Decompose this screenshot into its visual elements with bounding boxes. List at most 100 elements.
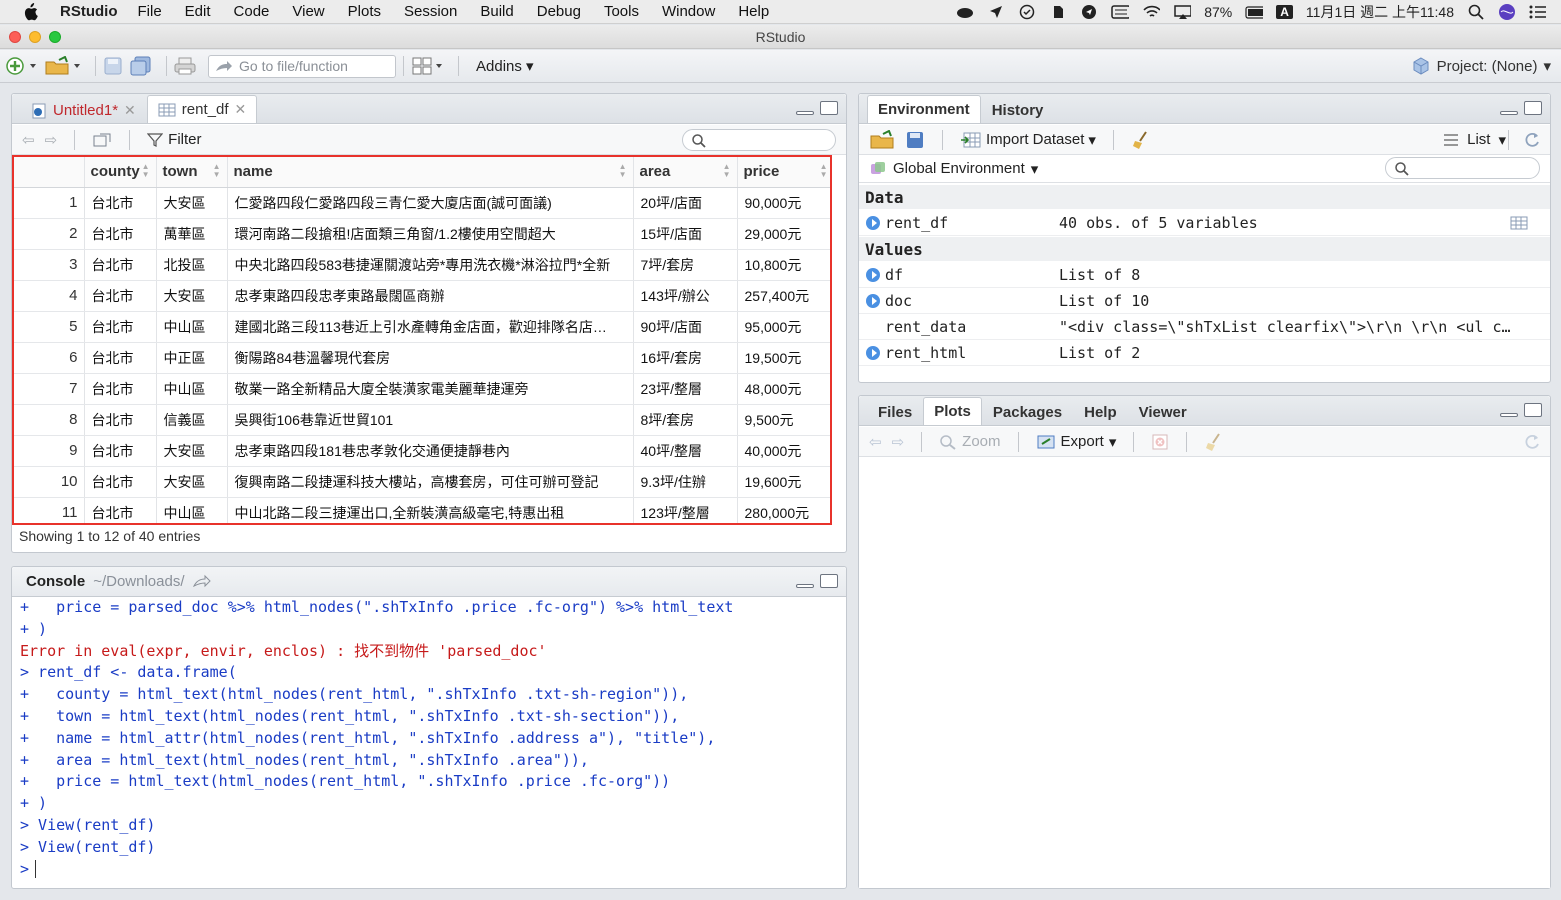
sort-arrows-icon[interactable]: ▲ ▼ [820,163,828,179]
table-row[interactable]: 10 台北市 大安區 復興南路二段捷運科技大樓站，高樓套房，可住可辦可登記 9.3坪/住… [14,466,830,498]
project-menu[interactable]: Project: (None) ▾ [1411,56,1551,76]
env-row-rent-df[interactable]: rent_df 40 obs. of 5 variables [859,210,1550,236]
sort-arrows-icon[interactable]: ▲ ▼ [142,163,150,179]
zoom-window-button[interactable] [49,31,61,43]
header-town[interactable]: town ▲ ▼ [156,157,228,188]
broom-icon[interactable] [1131,130,1151,150]
next-plot-icon[interactable]: ⇨ [892,433,905,451]
tab-untitled1[interactable]: Untitled1* ✕ [20,97,147,123]
refresh-icon[interactable] [1522,130,1542,150]
load-workspace-icon[interactable] [869,129,895,150]
pane-layout-icon[interactable] [411,55,445,77]
check-circle-icon[interactable] [1018,4,1036,20]
save-workspace-icon[interactable] [905,130,925,150]
header-area[interactable]: area ▲ ▼ [633,157,738,188]
spotlight-search-icon[interactable] [1467,4,1485,20]
clear-plots-broom-icon[interactable] [1204,432,1224,452]
import-dataset-menu[interactable]: Import Dataset ▾ [960,131,1096,149]
console-output[interactable]: + price = parsed_doc %>% html_nodes(".sh… [20,597,840,884]
tab-rent-df[interactable]: rent_df ✕ [146,95,258,123]
previous-plot-icon[interactable]: ⇦ [869,433,882,451]
table-row[interactable]: 5 台北市 中山區 建國北路三段113巷近上引水產轉角金店面，歡迎排隊名店… 90坪/店… [14,311,830,343]
table-row[interactable]: 11 台北市 中山區 中山北路二段三捷運出口,全新裝潢高級毫宅,特惠出租 123坪/整層… [14,497,830,523]
env-row-rent-data[interactable]: rent_data "<div class=\"shTxList clearfi… [859,314,1550,340]
back-arrow-icon[interactable]: ⇦ [22,131,35,149]
expand-arrow-icon[interactable] [866,293,880,308]
minimize-pane-button[interactable] [796,584,814,588]
tab-viewer[interactable]: Viewer [1128,399,1198,425]
global-environment-menu[interactable]: Global Environment ▾ [869,160,1038,178]
table-row[interactable]: 1 台北市 大安區 仁愛路四段仁愛路四段三青仁愛大廈店面(誠可面議) 20坪/店面 90,… [14,187,830,219]
menu-build[interactable]: Build [480,3,513,20]
table-row[interactable]: 8 台北市 信義區 吳興街106巷靠近世貿101 8坪/套房 9,500元 [14,404,830,436]
maximize-pane-button[interactable] [820,574,838,588]
table-row[interactable]: 9 台北市 大安區 忠孝東路四段181巷忠孝敦化交通便捷靜巷內 40坪/整層 40,000… [14,435,830,467]
go-to-file-input[interactable]: Go to file/function [208,54,396,78]
zoom-button[interactable]: Zoom [939,433,1001,450]
menu-debug[interactable]: Debug [537,3,581,20]
minimize-pane-button[interactable] [796,111,814,115]
minimize-pane-button[interactable] [1500,111,1518,115]
tab-environment[interactable]: Environment [867,95,981,123]
menu-tools[interactable]: Tools [604,3,639,20]
tab-history[interactable]: History [981,97,1055,123]
open-file-icon[interactable] [44,55,82,77]
forward-arrow-icon[interactable]: ⇨ [45,131,58,149]
filter-button[interactable]: Filter [147,131,202,148]
menu-help[interactable]: Help [738,3,769,20]
save-icon[interactable] [103,55,123,77]
view-data-grid-icon[interactable] [1510,215,1528,231]
env-row-doc[interactable]: doc List of 10 [859,288,1550,314]
sort-arrows-icon[interactable]: ▲ ▼ [723,163,731,179]
table-row[interactable]: 3 台北市 北投區 中央北路四段583巷捷運關渡站旁*專用洗衣機*淋浴拉門*全新 7坪/… [14,249,830,281]
tab-packages[interactable]: Packages [982,399,1073,425]
header-name[interactable]: name ▲ ▼ [227,157,634,188]
minimize-pane-button[interactable] [1500,413,1518,417]
evernote-icon[interactable] [1049,4,1067,20]
sort-arrows-icon[interactable]: ▲ ▼ [213,163,221,179]
data-search-input[interactable] [682,129,836,151]
maximize-pane-button[interactable] [820,101,838,115]
expand-arrow-icon[interactable] [866,215,880,230]
app-menu-rstudio[interactable]: RStudio [60,3,118,20]
print-icon[interactable] [174,55,196,77]
export-menu[interactable]: Export ▾ [1036,433,1116,451]
tab-files[interactable]: Files [867,399,923,425]
menu-window[interactable]: Window [662,3,715,20]
maximize-pane-button[interactable] [1524,101,1542,115]
location-arrow-icon[interactable] [987,4,1005,20]
table-row[interactable]: 7 台北市 中山區 敬業一路全新精品大廈全裝潢家電美麗華捷運旁 23坪/整層 48,000… [14,373,830,405]
env-row-df[interactable]: df List of 8 [859,262,1550,288]
input-method-badge[interactable]: A [1276,5,1293,19]
expand-arrow-icon[interactable] [866,267,880,282]
maximize-pane-button[interactable] [1524,403,1542,417]
go-to-directory-icon[interactable] [192,574,211,588]
sort-arrows-icon[interactable]: ▲ ▼ [619,163,627,179]
view-mode-menu[interactable]: List ▾ [1443,131,1506,149]
tab-help[interactable]: Help [1073,399,1128,425]
menu-code[interactable]: Code [234,3,270,20]
close-window-button[interactable] [9,31,21,43]
remove-plot-icon[interactable] [1151,433,1169,451]
menu-edit[interactable]: Edit [185,3,211,20]
close-tab-icon[interactable]: ✕ [234,101,246,118]
table-row[interactable]: 2 台北市 萬華區 環河南路二段搶租!店面類三角窗/1.2樓使用空間超大 15坪/店面 2… [14,218,830,250]
menu-session[interactable]: Session [404,3,457,20]
wifi-icon[interactable] [1142,4,1161,20]
header-price[interactable]: price ▲ ▼ [737,157,830,188]
airplay-icon[interactable] [1173,4,1192,20]
expand-arrow-icon[interactable] [866,345,880,360]
menu-plots[interactable]: Plots [348,3,381,20]
apple-icon[interactable] [22,2,38,21]
console-title[interactable]: Console [26,573,85,590]
table-row[interactable]: 4 台北市 大安區 忠孝東路四段忠孝東路最闊區商辦 143坪/辦公 257,400元 [14,280,830,312]
notification-center-icon[interactable] [1529,4,1547,20]
table-row[interactable]: 6 台北市 中正區 衡陽路84巷溫馨現代套房 16坪/套房 19,500元 [14,342,830,374]
keyboard-icon[interactable] [1111,4,1130,20]
menu-view[interactable]: View [292,3,324,20]
siri-icon[interactable] [1498,4,1516,20]
save-all-icon[interactable] [129,55,153,77]
tab-plots[interactable]: Plots [923,397,982,425]
header-county[interactable]: county ▲ ▼ [84,157,157,188]
environment-search-input[interactable] [1385,157,1540,179]
